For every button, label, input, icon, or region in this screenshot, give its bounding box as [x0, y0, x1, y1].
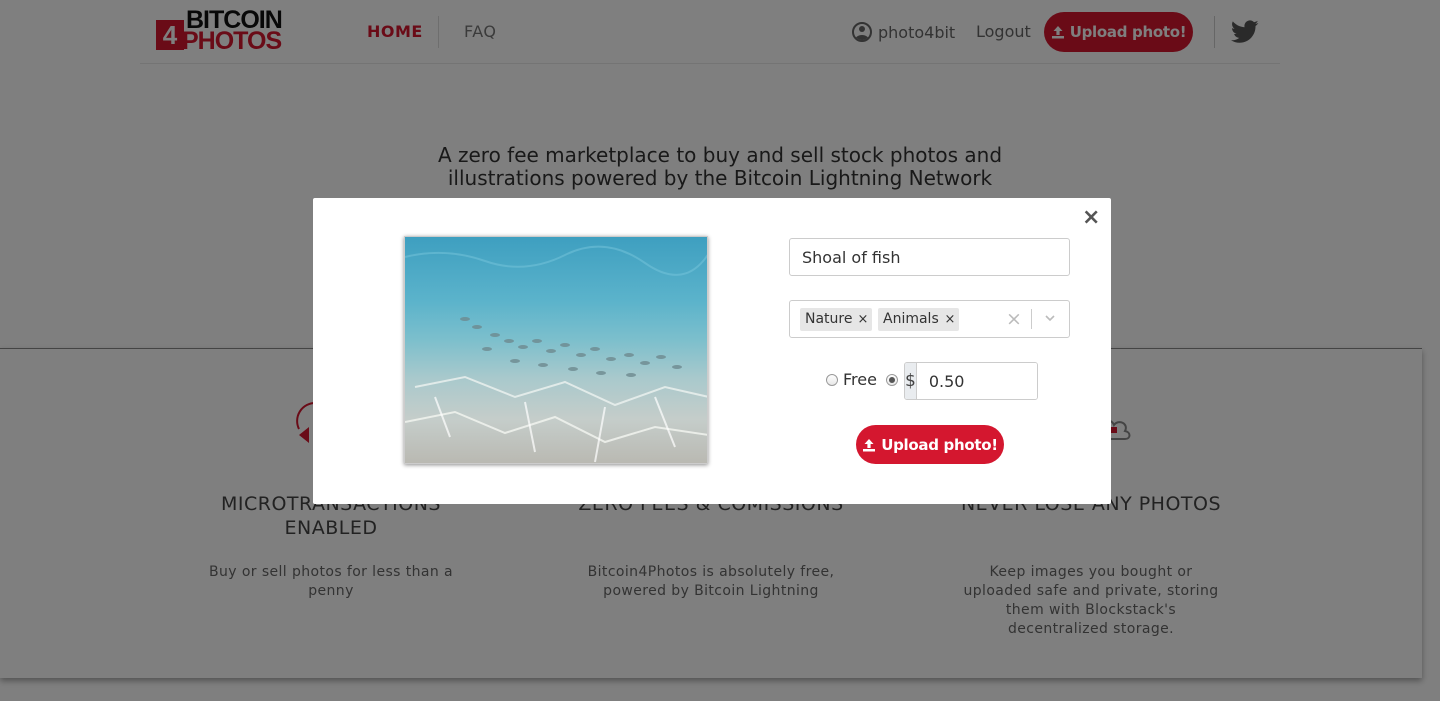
photo-title-input[interactable] — [789, 238, 1070, 276]
free-radio[interactable] — [826, 374, 838, 386]
free-radio-label[interactable]: Free — [843, 370, 877, 389]
clear-tags-icon[interactable]: × — [1006, 309, 1022, 329]
photo-preview — [404, 236, 708, 464]
upload-icon — [863, 438, 876, 451]
price-input-group: $ — [904, 362, 1038, 400]
modal-upload-button[interactable]: Upload photo! — [856, 425, 1004, 464]
paid-radio[interactable] — [886, 374, 898, 386]
tags-divider — [1031, 309, 1032, 329]
modal-upload-label: Upload photo! — [881, 435, 998, 454]
underwater-fish-photo — [405, 237, 707, 463]
upload-photo-modal: × Shoal of fish Nature × Animals × × Fre… — [313, 198, 1111, 504]
tag-remove-icon[interactable]: × — [941, 308, 959, 331]
tag-label: Nature — [805, 311, 853, 327]
tag-chip-animals: Animals × — [878, 308, 959, 331]
chevron-down-icon[interactable] — [1045, 313, 1055, 323]
close-icon[interactable]: × — [1082, 206, 1100, 230]
currency-addon: $ — [905, 363, 917, 399]
tag-label: Animals — [883, 311, 939, 327]
tag-remove-icon[interactable]: × — [854, 308, 872, 331]
tag-chip-nature: Nature × — [800, 308, 872, 331]
tags-select[interactable]: Nature × Animals × × — [789, 300, 1070, 338]
price-input[interactable] — [916, 363, 1037, 399]
